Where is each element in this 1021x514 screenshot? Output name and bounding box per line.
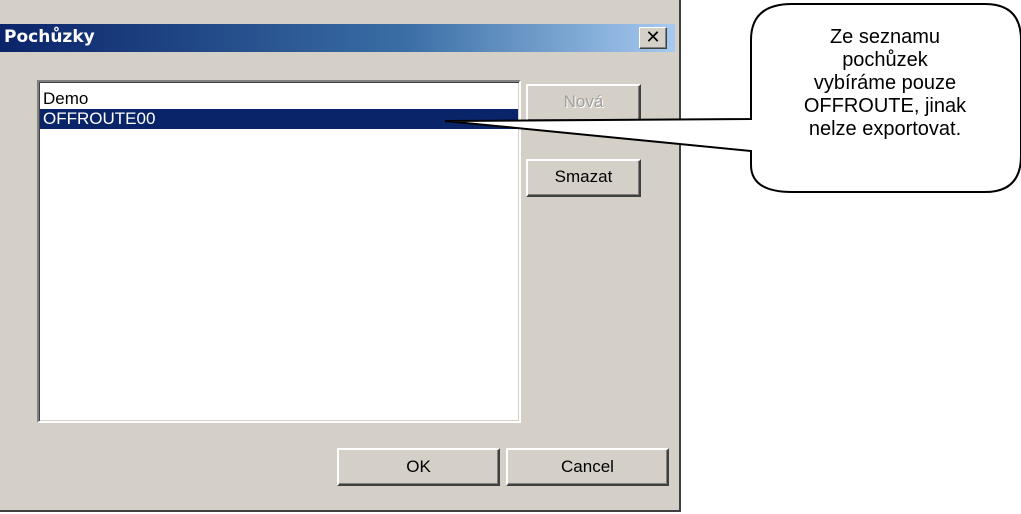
ok-button-label: OK <box>406 457 431 476</box>
route-list[interactable]: Demo OFFROUTE00 <box>37 80 521 423</box>
close-button[interactable]: ✕ <box>639 27 667 49</box>
list-item[interactable]: Demo <box>40 89 518 109</box>
delete-button-label: Smazat <box>554 167 613 186</box>
new-button[interactable]: Nová <box>526 84 641 122</box>
callout-line: OFFROUTE, jinak <box>803 95 967 117</box>
title-bar[interactable]: Pochůzky ✕ <box>0 24 675 52</box>
delete-button[interactable]: Smazat <box>526 159 641 197</box>
close-icon: ✕ <box>645 27 661 48</box>
callout-line: Ze seznamu <box>829 26 941 48</box>
pochuzky-dialog: Pochůzky ✕ Demo OFFROUTE00 Nová Smazat O… <box>0 0 681 512</box>
callout-line: vybíráme pouze <box>813 72 957 94</box>
new-button-label: Nová <box>563 92 604 111</box>
cancel-button-label: Cancel <box>561 457 614 476</box>
ok-button[interactable]: OK <box>337 448 500 486</box>
callout-line: nelze exportovat. <box>808 118 962 140</box>
callout-line: pochůzek <box>842 49 928 71</box>
list-item-selected[interactable]: OFFROUTE00 <box>40 109 518 129</box>
cancel-button[interactable]: Cancel <box>506 448 669 486</box>
dialog-title: Pochůzky <box>4 27 95 47</box>
callout-text: Ze seznamu pochůzek vybíráme pouze OFFRO… <box>775 26 995 141</box>
